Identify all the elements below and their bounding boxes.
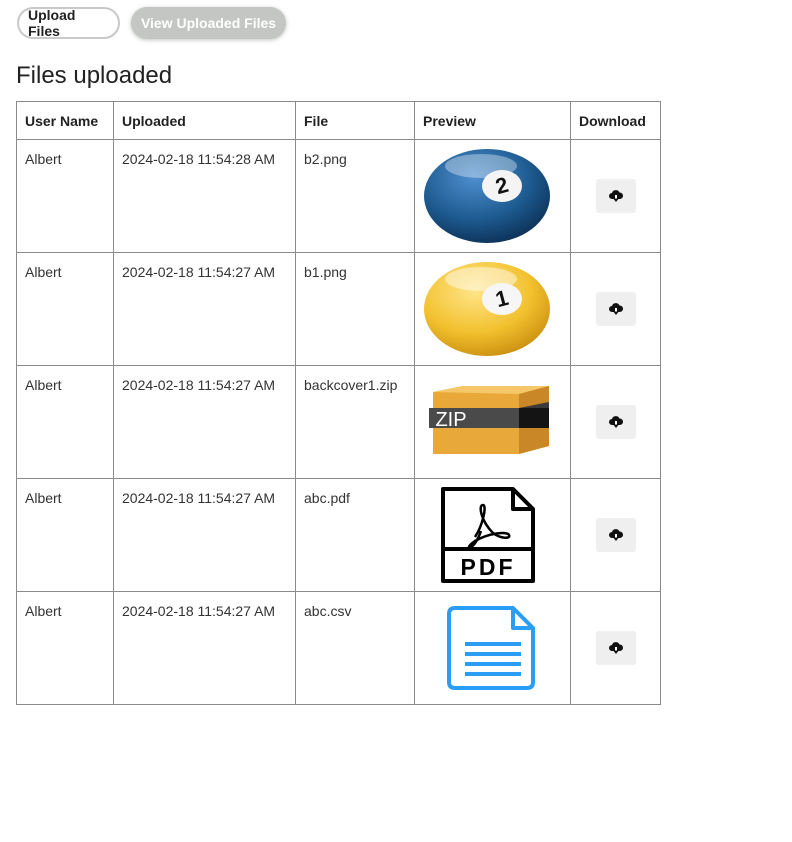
view-uploaded-files-button[interactable]: View Uploaded Files	[131, 7, 286, 39]
download-button[interactable]	[595, 631, 636, 665]
cell-user: Albert	[16, 478, 114, 592]
cell-download	[570, 365, 661, 479]
header-download: Download	[570, 101, 661, 140]
yellow-pool-ball-image: 1	[424, 262, 550, 356]
cell-file: abc.pdf	[295, 478, 415, 592]
cell-user: Albert	[16, 139, 114, 253]
pdf-file-icon: PDF	[441, 487, 535, 583]
blue-pool-ball-image: 2	[424, 149, 550, 243]
cell-download	[570, 591, 661, 705]
cell-uploaded: 2024-02-18 11:54:28 AM	[113, 139, 296, 253]
cell-file: b1.png	[295, 252, 415, 366]
pdf-label: PDF	[461, 554, 516, 580]
cell-file: b2.png	[295, 139, 415, 253]
cell-download	[570, 139, 661, 253]
cell-uploaded: 2024-02-18 11:54:27 AM	[113, 365, 296, 479]
page-title: Files uploaded	[16, 62, 173, 89]
upload-files-button[interactable]: Upload Files	[17, 7, 120, 39]
cell-preview	[414, 591, 571, 705]
cell-uploaded: 2024-02-18 11:54:27 AM	[113, 591, 296, 705]
table-row: Albert 2024-02-18 11:54:27 AM abc.pdf PD…	[16, 478, 661, 592]
cloud-download-icon	[608, 190, 623, 202]
cell-uploaded: 2024-02-18 11:54:27 AM	[113, 478, 296, 592]
cell-user: Albert	[16, 252, 114, 366]
header-user-name: User Name	[16, 101, 114, 140]
cell-file: backcover1.zip	[295, 365, 415, 479]
cell-user: Albert	[16, 365, 114, 479]
cloud-download-icon	[608, 416, 623, 428]
cell-preview: ZIP	[414, 365, 571, 479]
table-row: Albert 2024-02-18 11:54:27 AM backcover1…	[16, 365, 661, 479]
files-table: User Name Uploaded File Preview Download…	[16, 101, 661, 705]
header-preview: Preview	[414, 101, 571, 140]
download-button[interactable]	[595, 292, 636, 326]
cell-uploaded: 2024-02-18 11:54:27 AM	[113, 252, 296, 366]
cell-download	[570, 478, 661, 592]
table-row: Albert 2024-02-18 11:54:27 AM b1.png 1	[16, 252, 661, 366]
table-header-row: User Name Uploaded File Preview Download	[16, 101, 661, 140]
cloud-download-icon	[608, 642, 623, 654]
download-button[interactable]	[595, 518, 636, 552]
document-file-icon	[447, 606, 535, 690]
cell-download	[570, 252, 661, 366]
cloud-download-icon	[608, 303, 623, 315]
nav-tabs: Upload Files View Uploaded Files	[17, 7, 286, 39]
zip-archive-icon: ZIP	[429, 386, 549, 454]
table-row: Albert 2024-02-18 11:54:27 AM abc.csv	[16, 591, 661, 705]
download-button[interactable]	[595, 179, 636, 213]
cell-preview: PDF	[414, 478, 571, 592]
table-row: Albert 2024-02-18 11:54:28 AM b2.png 2	[16, 139, 661, 253]
cell-user: Albert	[16, 591, 114, 705]
cell-file: abc.csv	[295, 591, 415, 705]
header-uploaded: Uploaded	[113, 101, 296, 140]
zip-label: ZIP	[435, 409, 466, 431]
download-button[interactable]	[595, 405, 636, 439]
header-file: File	[295, 101, 415, 140]
cell-preview: 2	[414, 139, 571, 253]
cloud-download-icon	[608, 529, 623, 541]
cell-preview: 1	[414, 252, 571, 366]
